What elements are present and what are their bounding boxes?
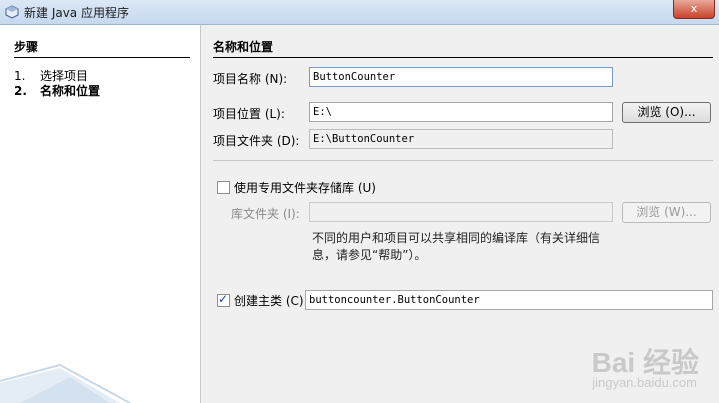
separator xyxy=(213,160,713,161)
lib-folder-input xyxy=(309,202,613,222)
steps-panel: 步骤 1. 选择项目 2. 名称和位置 xyxy=(0,25,201,403)
browse-lib-button: 浏览 (W)... xyxy=(622,202,711,223)
watermark-url: jingyan.baidu.com xyxy=(592,375,697,390)
project-folder-field: E:\ButtonCounter xyxy=(309,129,613,149)
decorative-graphic xyxy=(0,363,131,403)
use-dedicated-lib-label[interactable]: 使用专用文件夹存储库 (U) xyxy=(234,179,376,196)
title-bar: 新建 Java 应用程序 x xyxy=(0,0,719,25)
use-dedicated-lib-checkbox[interactable] xyxy=(217,181,230,194)
project-location-input[interactable]: E:\ xyxy=(309,102,613,122)
close-button[interactable]: x xyxy=(673,0,715,19)
project-folder-label: 项目文件夹 (D): xyxy=(213,134,300,148)
create-main-class-label[interactable]: 创建主类 (C) xyxy=(234,292,304,309)
section-title: 名称和位置 xyxy=(213,38,713,58)
create-main-class-checkbox[interactable] xyxy=(217,292,230,307)
step-number: 1. xyxy=(14,69,26,83)
project-name-label: 项目名称 (N): xyxy=(213,72,288,86)
step-label: 选择项目 xyxy=(40,69,89,83)
browse-location-button[interactable]: 浏览 (O)... xyxy=(622,102,711,123)
main-panel: 名称和位置 项目名称 (N): ButtonCounter 项目位置 (L): … xyxy=(201,25,719,403)
window-title: 新建 Java 应用程序 xyxy=(24,6,129,20)
project-location-label: 项目位置 (L): xyxy=(213,107,285,121)
step-label: 名称和位置 xyxy=(40,84,101,98)
app-icon xyxy=(5,5,19,19)
project-name-input[interactable]: ButtonCounter xyxy=(309,67,613,87)
step-item-name-location: 2. 名称和位置 xyxy=(14,82,100,99)
steps-header: 步骤 xyxy=(14,38,190,58)
step-number: 2. xyxy=(14,84,27,98)
lib-folder-label: 库文件夹 (I): xyxy=(231,207,300,221)
main-class-input[interactable]: buttoncounter.ButtonCounter xyxy=(305,290,713,310)
shared-lib-hint: 不同的用户和项目可以共享相同的编译库（有关详细信息，请参见“帮助”）。 xyxy=(312,231,601,262)
